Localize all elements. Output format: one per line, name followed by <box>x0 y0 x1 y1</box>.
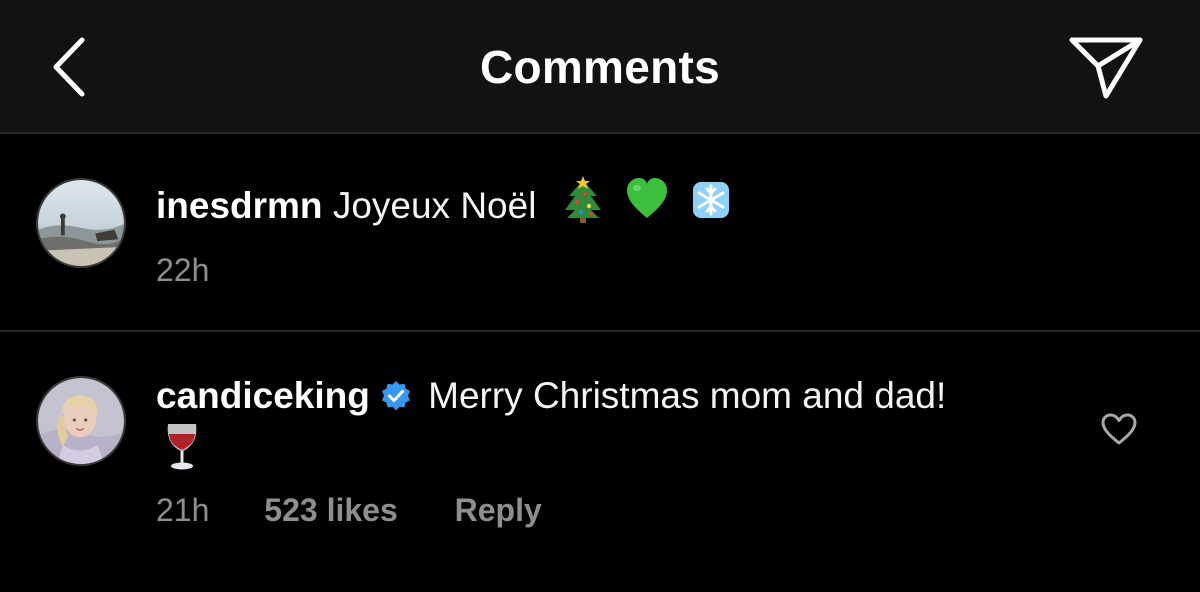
likes-count-link[interactable]: 523 likes <box>264 492 397 529</box>
avatar-photo <box>38 378 124 464</box>
page-title: Comments <box>479 41 721 93</box>
comment-meta: 21h 523 likes Reply <box>156 492 542 529</box>
reply-button[interactable]: Reply <box>455 492 542 529</box>
comment-text: inesdrmn Joyeux Noël <box>156 176 733 230</box>
comment-time: 21h <box>156 492 210 528</box>
comment-item: candiceking Merry Christmas mom and dad!… <box>0 332 1200 592</box>
username-link[interactable]: candiceking <box>156 375 370 416</box>
verified-badge-icon <box>380 380 412 412</box>
comment-time: 22h <box>156 252 210 288</box>
emoji-line <box>156 420 1056 474</box>
share-button[interactable] <box>1064 30 1148 106</box>
wine-glass-icon <box>162 420 202 472</box>
comment-text: candiceking Merry Christmas mom and dad! <box>156 372 1056 474</box>
comment-item: inesdrmn Joyeux Noël 22h <box>0 134 1200 330</box>
christmas-tree-icon <box>561 176 605 224</box>
like-button[interactable] <box>1100 412 1138 446</box>
heart-outline-icon <box>1101 413 1137 445</box>
comment-message: Merry Christmas mom and dad! <box>428 375 947 416</box>
snowflake-icon <box>689 176 733 224</box>
green-heart-icon <box>625 176 669 224</box>
avatar-photo <box>38 180 124 266</box>
avatar[interactable] <box>36 376 126 466</box>
username-link[interactable]: inesdrmn <box>156 185 323 226</box>
comment-message: Joyeux Noël <box>332 185 537 226</box>
comment-meta: 22h <box>156 252 209 289</box>
paper-plane-icon <box>1069 37 1143 99</box>
avatar[interactable] <box>36 178 126 268</box>
header-bar: Comments <box>0 0 1200 134</box>
